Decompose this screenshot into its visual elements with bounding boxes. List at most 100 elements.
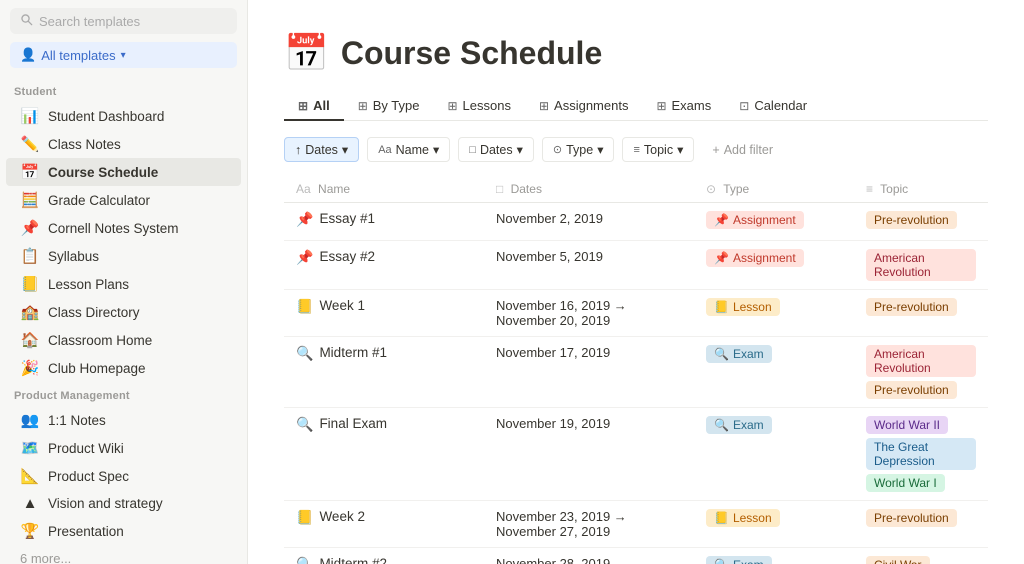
sidebar-item-course-schedule[interactable]: 📅 Course Schedule [6,158,241,186]
sidebar-item-grade-calculator[interactable]: 🧮 Grade Calculator [6,186,241,214]
page-header: 📅 Course Schedule [284,32,988,74]
tab-lessons-icon: ⊞ [447,99,457,113]
cell-type: 🔍 Exam [694,408,854,501]
row-name-text: Midterm #2 [319,556,387,564]
tab-assignments-label: Assignments [554,98,628,113]
sidebar-item-vision-strategy[interactable]: ▲ Vision and strategy [6,490,241,517]
sidebar-item-student-dashboard[interactable]: 📊 Student Dashboard [6,102,241,130]
sidebar-item-class-directory[interactable]: 🏫 Class Directory [6,298,241,326]
sidebar-item-presentation[interactable]: 🏆 Presentation [6,517,241,545]
sidebar-item-label: Syllabus [48,249,99,264]
sidebar-item-label: Cornell Notes System [48,221,179,236]
cell-topic: Pre-revolution [854,501,988,548]
search-box[interactable]: Search templates [10,8,237,34]
name-col-icon: Aa [296,182,311,196]
cell-name: 📒Week 1 [284,290,484,337]
cell-type: 📒 Lesson [694,290,854,337]
table-row[interactable]: 📌Essay #2November 5, 2019📌 AssignmentAme… [284,241,988,290]
row-icon: 📌 [296,249,313,266]
table-row[interactable]: 🔍Midterm #1November 17, 2019🔍 ExamAmeric… [284,337,988,408]
calculator-icon: 🧮 [20,191,40,209]
sidebar-item-cornell-notes[interactable]: 📌 Cornell Notes System [6,214,241,242]
sidebar-section-product: Product Management 👥 1:1 Notes 🗺️ Produc… [0,382,247,545]
tab-exams-icon: ⊞ [656,99,666,113]
cell-type: 📒 Lesson [694,501,854,548]
dates-sort-label: Dates [305,143,338,157]
table-row[interactable]: 📒Week 2November 23, 2019 → November 27, … [284,501,988,548]
topic-tag: American Revolution [866,249,976,281]
row-name-text: Week 2 [319,509,365,524]
chevron-down-icon: ▾ [677,142,683,157]
type-filter-label: Type [566,143,593,157]
more-link[interactable]: 6 more... [6,545,241,564]
sidebar-item-classroom-home[interactable]: 🏠 Classroom Home [6,326,241,354]
name-filter[interactable]: Aa Name ▾ [367,137,450,162]
topic-tag: The Great Depression [866,438,976,470]
name-icon: Aa [378,144,391,156]
cell-type: 📌 Assignment [694,241,854,290]
sidebar-item-1on1-notes[interactable]: 👥 1:1 Notes [6,406,241,434]
cell-name: 🔍Midterm #1 [284,337,484,408]
type-badge: 📒 Lesson [706,509,780,527]
sidebar-item-product-wiki[interactable]: 🗺️ Product Wiki [6,434,241,462]
cell-dates: November 28, 2019 [484,548,694,564]
sidebar-item-label: Student Dashboard [48,109,164,124]
table-row[interactable]: 📒Week 1November 16, 2019 → November 20, … [284,290,988,337]
tab-by-type-label: By Type [373,98,420,113]
table-row[interactable]: 📌Essay #1November 2, 2019📌 AssignmentPre… [284,203,988,241]
dates-sort-filter[interactable]: ↑ Dates ▾ [284,137,359,162]
table-row[interactable]: 🔍Final ExamNovember 19, 2019🔍 ExamWorld … [284,408,988,501]
sidebar-item-label: Class Directory [48,305,140,320]
party-icon: 🎉 [20,359,40,377]
map-icon: 🗺️ [20,439,40,457]
topic-tag: Pre-revolution [866,298,957,316]
topic-col-icon: ≡ [866,182,873,196]
add-filter-button[interactable]: + Add filter [702,139,783,161]
row-icon: 📒 [296,298,313,315]
sidebar-item-product-spec[interactable]: 📐 Product Spec [6,462,241,490]
topic-filter-label: Topic [644,143,673,157]
tab-lessons[interactable]: ⊞ Lessons [433,92,524,121]
topic-tag: World War I [866,474,945,492]
type-badge: 🔍 Exam [706,345,772,363]
type-icon: ⊙ [553,143,562,156]
search-icon [20,13,33,29]
sidebar-item-label: Club Homepage [48,361,146,376]
tab-assignments[interactable]: ⊞ Assignments [525,92,642,121]
type-emoji: 📌 [714,251,729,265]
cell-dates: November 16, 2019 → November 20, 2019 [484,290,694,337]
tab-calendar[interactable]: ⊡ Calendar [725,92,821,121]
topic-tag: Pre-revolution [866,381,957,399]
table-row[interactable]: 🔍Midterm #2November 28, 2019🔍 ExamCivil … [284,548,988,564]
col-header-type: ⊙ Type [694,176,854,203]
type-emoji: 📒 [714,511,729,525]
tab-exams[interactable]: ⊞ Exams [642,92,725,121]
name-filter-label: Name [396,143,429,157]
dates-filter[interactable]: □ Dates ▾ [458,137,534,162]
school-icon: 🏫 [20,303,40,321]
tab-calendar-icon: ⊡ [739,99,749,113]
pin-icon: 📌 [20,219,40,237]
dates-col-icon: □ [496,182,503,196]
add-filter-label: Add filter [724,143,773,157]
sidebar-item-club-homepage[interactable]: 🎉 Club Homepage [6,354,241,382]
sidebar-item-class-notes[interactable]: ✏️ Class Notes [6,130,241,158]
section-label-product: Product Management [0,382,247,406]
row-icon: 📌 [296,211,313,228]
tab-all[interactable]: ⊞ All [284,92,344,121]
cell-topic: Pre-revolution [854,290,988,337]
topic-tag: Pre-revolution [866,211,957,229]
type-emoji: 📒 [714,300,729,314]
sidebar-item-label: Class Notes [48,137,121,152]
tab-by-type[interactable]: ⊞ By Type [344,92,434,121]
sidebar-item-label: Classroom Home [48,333,152,348]
all-templates-button[interactable]: 👤 All templates ▾ [10,42,237,68]
triangle-icon: ▲ [20,495,40,512]
type-col-icon: ⊙ [706,182,716,196]
sidebar-item-syllabus[interactable]: 📋 Syllabus [6,242,241,270]
sidebar-item-lesson-plans[interactable]: 📒 Lesson Plans [6,270,241,298]
topic-filter[interactable]: ≡ Topic ▾ [622,137,694,162]
row-name-text: Essay #1 [319,211,375,226]
type-filter[interactable]: ⊙ Type ▾ [542,137,615,162]
sidebar-item-label: Product Spec [48,469,129,484]
